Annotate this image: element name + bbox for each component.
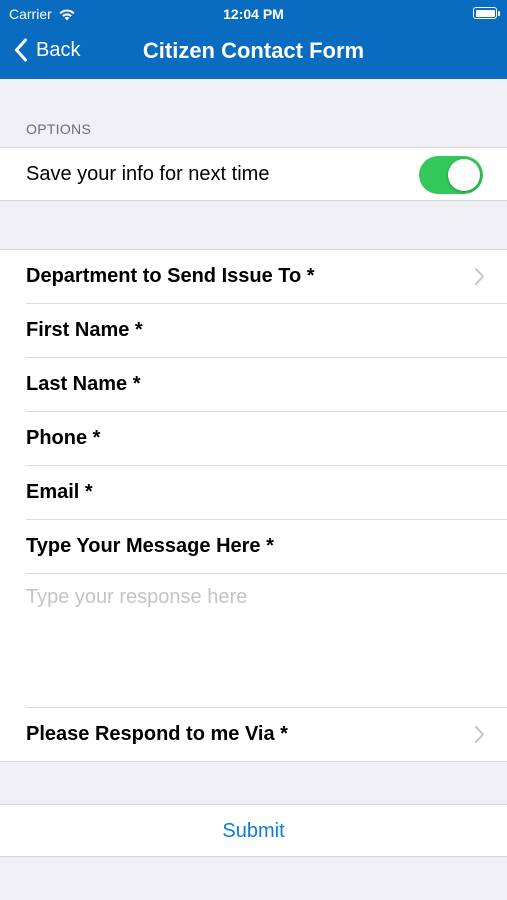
submit-button[interactable]: Submit <box>0 820 507 843</box>
status-time: 12:04 PM <box>223 6 284 22</box>
last-name-label: Last Name * <box>26 373 141 395</box>
email-row[interactable]: Email * <box>0 466 507 520</box>
header: Carrier 12:04 PM Back Citizen Contact Fo… <box>0 0 507 79</box>
department-picker-row[interactable]: Department to Send Issue To * <box>0 250 507 304</box>
page-title: Citizen Contact Form <box>142 38 365 63</box>
section-header-options: OPTIONS <box>26 121 92 137</box>
submit-group: Submit <box>0 804 507 857</box>
options-group: Save your info for next time <box>0 147 507 201</box>
save-info-label: Save your info for next time <box>26 163 270 185</box>
email-label: Email * <box>26 481 93 503</box>
message-input-row <box>0 574 507 708</box>
status-bar: Carrier 12:04 PM <box>0 0 507 28</box>
submit-row: Submit <box>0 805 507 857</box>
respond-via-label: Please Respond to me Via * <box>26 723 288 745</box>
contact-form-group: Department to Send Issue To * First Name… <box>0 249 507 762</box>
chevron-right-icon <box>475 726 484 743</box>
respond-via-picker-row[interactable]: Please Respond to me Via * <box>0 708 507 762</box>
message-input[interactable] <box>26 586 486 696</box>
message-label: Type Your Message Here * <box>26 535 274 557</box>
last-name-row[interactable]: Last Name * <box>0 358 507 412</box>
chevron-right-icon <box>475 268 484 285</box>
phone-row[interactable]: Phone * <box>0 412 507 466</box>
department-label: Department to Send Issue To * <box>26 265 315 287</box>
toggle-knob <box>448 159 480 191</box>
save-info-toggle[interactable] <box>419 156 483 194</box>
first-name-row[interactable]: First Name * <box>0 304 507 358</box>
phone-label: Phone * <box>26 427 101 449</box>
message-label-row: Type Your Message Here * <box>0 520 507 574</box>
navigation-bar: Back Citizen Contact Form <box>0 28 507 79</box>
battery-icon <box>473 7 500 19</box>
first-name-label: First Name * <box>26 319 143 341</box>
